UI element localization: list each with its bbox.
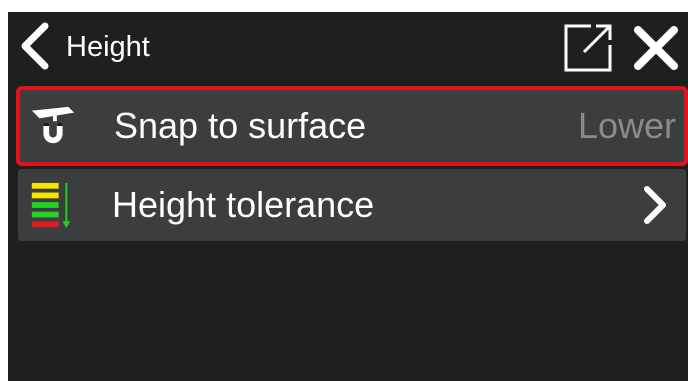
header-bar: Height [8,12,688,82]
back-button[interactable] [14,20,54,72]
height-tolerance-row[interactable]: Height tolerance [18,169,686,241]
popout-button[interactable] [561,21,615,75]
chevron-right-icon [640,183,670,227]
close-button[interactable] [629,21,683,75]
tolerance-bars-icon [28,182,74,228]
close-icon [634,26,678,70]
height-panel: Height Snap to surface Lower Height tole… [8,12,688,381]
snap-to-surface-label: Snap to surface [114,105,367,146]
external-window-icon [564,24,612,72]
snap-magnet-icon [30,103,76,149]
panel-title: Height [66,31,150,63]
chevron-left-icon [21,22,49,70]
snap-to-surface-value: Lower [577,105,676,146]
height-tolerance-label: Height tolerance [112,184,375,225]
snap-to-surface-row[interactable]: Snap to surface Lower [16,86,688,166]
